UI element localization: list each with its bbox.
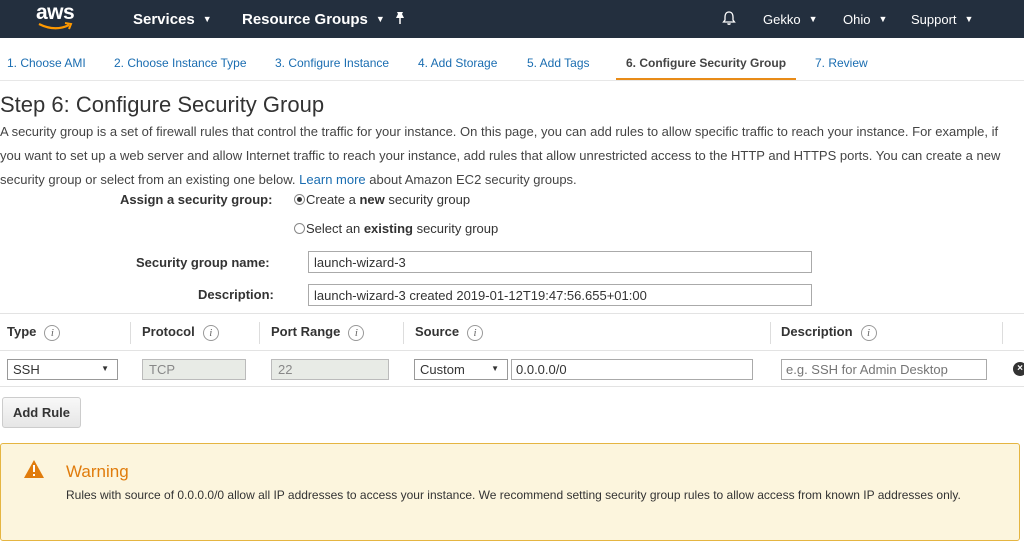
top-navigation-bar: aws Services ▼ Resource Groups ▼ Gekko ▼ Oh… <box>0 0 1024 38</box>
security-group-name-input[interactable] <box>308 251 812 273</box>
header-text: Port Range <box>271 324 341 339</box>
remove-rule-icon[interactable]: × <box>1013 362 1024 376</box>
option-text: Select an <box>306 221 364 236</box>
header-text: Description <box>781 324 853 339</box>
services-label: Services <box>133 11 195 28</box>
intro-tail: about Amazon EC2 security groups. <box>369 172 577 187</box>
info-icon[interactable]: i <box>202 325 219 341</box>
account-menu[interactable]: Gekko ▼ <box>763 0 818 38</box>
tab-configure-instance[interactable]: 3. Configure Instance <box>275 56 389 70</box>
learn-more-link[interactable]: Learn more <box>299 172 365 187</box>
tab-review[interactable]: 7. Review <box>815 56 868 70</box>
security-group-name-label: Security group name: <box>136 255 270 270</box>
dropdown-arrow-icon: ▼ <box>101 364 109 373</box>
option-text: Create a <box>306 192 360 207</box>
chevron-down-icon: ▼ <box>202 14 212 24</box>
support-menu[interactable]: Support ▼ <box>911 0 973 38</box>
warning-triangle-icon <box>24 460 44 478</box>
region-menu[interactable]: Ohio ▼ <box>843 0 887 38</box>
port-range-field: 22 <box>271 359 389 380</box>
radio-create-new-group[interactable]: Create a new security group <box>294 192 470 207</box>
resource-groups-menu[interactable]: Resource Groups ▼ <box>242 0 385 38</box>
option-text: security group <box>384 192 471 207</box>
source-type-value: Custom <box>420 362 465 377</box>
region-label: Ohio <box>843 12 871 27</box>
chevron-down-icon: ▼ <box>375 14 385 24</box>
support-label: Support <box>911 12 957 27</box>
tab-configure-security-group[interactable]: 6. Configure Security Group <box>626 56 786 70</box>
warning-title: Warning <box>66 462 129 481</box>
column-divider <box>770 322 771 344</box>
page-title: Step 6: Configure Security Group <box>0 92 325 117</box>
column-header-description: Description i <box>781 324 877 341</box>
protocol-field: TCP <box>142 359 246 380</box>
info-icon[interactable]: i <box>467 325 484 341</box>
column-header-port-range: Port Range i <box>271 324 365 341</box>
column-divider <box>403 322 404 344</box>
tabs-divider <box>0 80 1024 81</box>
source-type-select[interactable]: Custom ▼ <box>414 359 508 380</box>
chevron-down-icon: ▼ <box>964 14 974 24</box>
type-select-value: SSH <box>13 362 40 377</box>
info-icon[interactable]: i <box>44 325 61 341</box>
tab-choose-instance-type[interactable]: 2. Choose Instance Type <box>114 56 247 70</box>
pin-icon[interactable] <box>393 0 407 38</box>
tab-choose-ami[interactable]: 1. Choose AMI <box>7 56 86 70</box>
tab-add-tags[interactable]: 5. Add Tags <box>527 56 590 70</box>
wizard-steps: 1. Choose AMI 2. Choose Instance Type 3.… <box>0 46 1024 80</box>
header-text: Type <box>7 324 37 339</box>
warning-text: Rules with source of 0.0.0.0/0 allow all… <box>66 488 961 502</box>
column-divider <box>259 322 260 344</box>
info-icon[interactable]: i <box>348 325 365 341</box>
services-menu[interactable]: Services ▼ <box>133 0 212 38</box>
type-select[interactable]: SSH ▼ <box>7 359 118 380</box>
radio-select-existing-group[interactable]: Select an existing security group <box>294 221 498 236</box>
account-label: Gekko <box>763 12 801 27</box>
radio-button[interactable] <box>294 223 305 234</box>
source-cidr-input[interactable] <box>511 359 753 380</box>
option-text: security group <box>412 221 499 236</box>
aws-logo[interactable]: aws <box>36 1 80 34</box>
rule-description-input[interactable] <box>781 359 987 380</box>
warning-alert: Warning Rules with source of 0.0.0.0/0 a… <box>0 443 1020 541</box>
column-divider <box>1002 322 1003 344</box>
column-header-type: Type i <box>7 324 61 341</box>
resource-groups-label: Resource Groups <box>242 11 368 28</box>
dropdown-arrow-icon: ▼ <box>491 364 499 373</box>
notifications-bell-icon[interactable] <box>721 0 737 38</box>
info-icon[interactable]: i <box>860 325 877 341</box>
aws-smile-icon <box>38 22 73 30</box>
tab-add-storage[interactable]: 4. Add Storage <box>418 56 497 70</box>
add-rule-button[interactable]: Add Rule <box>2 397 81 428</box>
intro-paragraph: A security group is a set of firewall ru… <box>0 120 1020 192</box>
header-text: Protocol <box>142 324 195 339</box>
description-input[interactable] <box>308 284 812 306</box>
option-bold-text: new <box>359 192 385 207</box>
chevron-down-icon: ▼ <box>808 14 818 24</box>
column-header-source: Source i <box>415 324 484 341</box>
column-divider <box>130 322 131 344</box>
rules-table-header: Type i Protocol i Port Range i Source i Desc… <box>0 313 1024 351</box>
radio-button-selected[interactable] <box>294 194 305 205</box>
chevron-down-icon: ▼ <box>878 14 888 24</box>
header-text: Source <box>415 324 460 339</box>
column-header-protocol: Protocol i <box>142 324 219 341</box>
description-label: Description: <box>198 287 274 302</box>
option-bold-text: existing <box>363 221 413 236</box>
assign-security-group-label: Assign a security group: <box>120 192 273 207</box>
